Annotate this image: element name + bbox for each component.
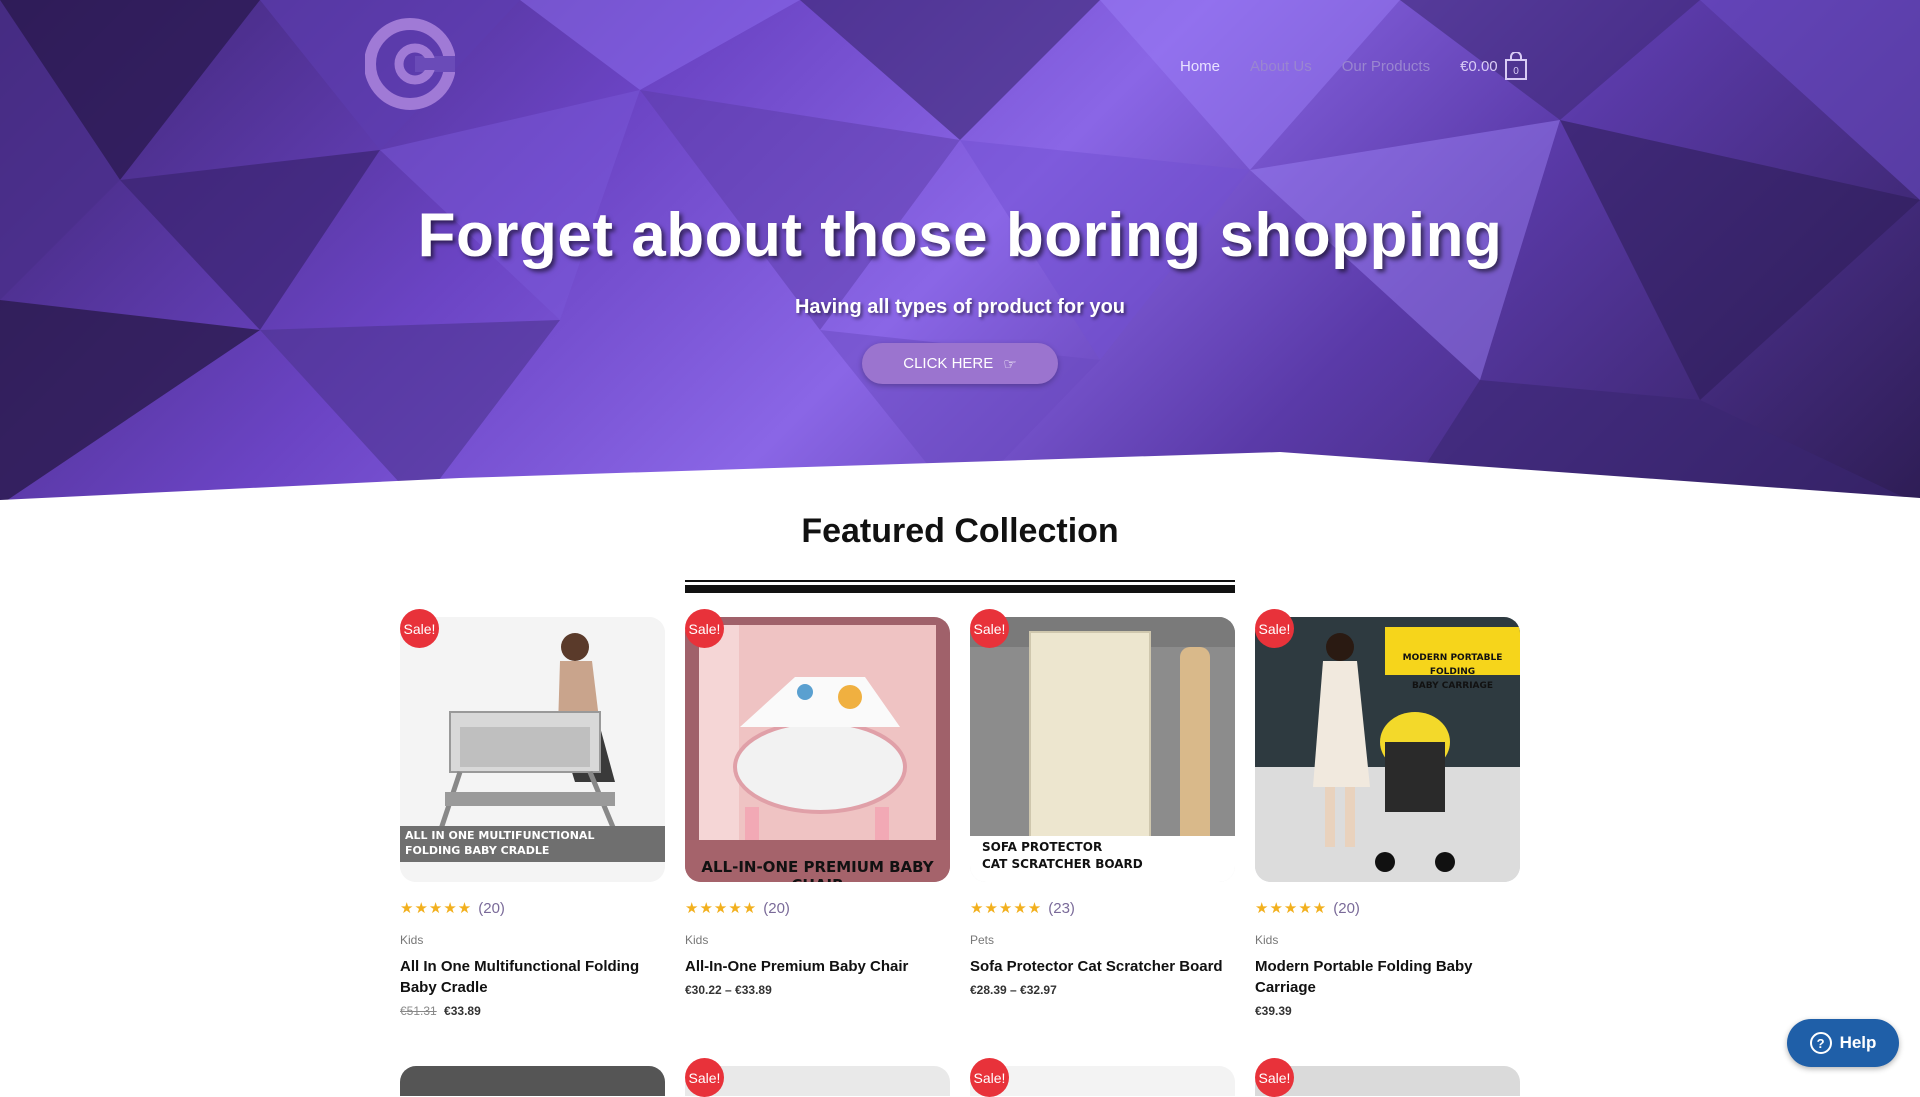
banner-line-2: CAT SCRATCHER BOARD: [982, 857, 1143, 871]
hero-wave-divider: [0, 452, 1920, 505]
product-banner: MODERN PORTABLE FOLDING BABY CARRIAGE: [1385, 627, 1520, 691]
sale-badge: Sale!: [685, 609, 724, 648]
product-image[interactable]: MODERN PORTABLE FOLDING BABY CARRIAGE: [1255, 617, 1520, 882]
cart-count: 0: [1513, 66, 1519, 77]
sale-badge: Sale!: [1255, 609, 1294, 648]
product-banner: ALL IN ONE MULTIFUNCTIONAL FOLDING BABY …: [400, 826, 665, 862]
cta-label: CLICK HERE: [903, 355, 994, 372]
product-category[interactable]: Kids: [1255, 933, 1520, 947]
current-price: €39.39: [1255, 1004, 1292, 1018]
sale-badge: Sale!: [970, 1058, 1009, 1097]
product-image[interactable]: SOFA PROTECTOR CAT SCRATCHER BOARD: [970, 617, 1235, 882]
question-icon: ?: [1809, 1032, 1832, 1054]
product-rating: ★★★★★ (20): [685, 899, 950, 918]
star-rating-icon: ★★★★★: [970, 900, 1043, 917]
product-name[interactable]: Modern Portable Folding Baby Carriage: [1255, 956, 1520, 998]
product-name[interactable]: Sofa Protector Cat Scratcher Board: [970, 956, 1235, 977]
cart-link[interactable]: €0.00 0: [1460, 52, 1528, 80]
product-rating: ★★★★★ (23): [970, 899, 1235, 918]
hero-section: Home About Us Our Products €0.00 0 Forge…: [0, 0, 1920, 505]
banner-line-2: FOLDING BABY CRADLE: [405, 844, 550, 857]
hand-pointer-icon: ☞: [1003, 355, 1017, 373]
click-here-button[interactable]: CLICK HERE ☞: [862, 343, 1058, 384]
product-image[interactable]: ALL IN ONE MULTIFUNCTIONAL FOLDING BABY …: [400, 617, 665, 882]
product-price: €30.22 – €33.89: [685, 983, 950, 997]
sale-badge: Sale!: [400, 609, 439, 648]
shopping-bag-icon: 0: [1504, 52, 1527, 80]
product-banner: ALL-IN-ONE PREMIUM BABY CHAIR: [685, 840, 950, 882]
product-rating: ★★★★★ (20): [400, 899, 665, 918]
product-image[interactable]: [1255, 1066, 1520, 1096]
sale-badge: Sale!: [970, 609, 1009, 648]
review-count: (20): [1333, 899, 1360, 917]
product-image[interactable]: [400, 1066, 665, 1096]
product-name[interactable]: All-In-One Premium Baby Chair: [685, 956, 950, 977]
product-category[interactable]: Kids: [400, 933, 665, 947]
star-rating-icon: ★★★★★: [685, 900, 758, 917]
product-price: €39.39: [1255, 1004, 1520, 1018]
product-rating: ★★★★★ (20): [1255, 899, 1520, 918]
help-label: Help: [1839, 1033, 1877, 1052]
star-rating-icon: ★★★★★: [400, 900, 473, 917]
review-count: (20): [478, 899, 505, 917]
review-count: (23): [1048, 899, 1075, 917]
product-banner: SOFA PROTECTOR CAT SCRATCHER BOARD: [970, 836, 1235, 882]
product-image[interactable]: ALL-IN-ONE PREMIUM BABY CHAIR: [685, 617, 950, 882]
cart-total: €0.00: [1460, 57, 1498, 75]
product-image[interactable]: [970, 1066, 1235, 1096]
banner-line-1: MODERN PORTABLE FOLDING: [1402, 653, 1503, 677]
old-price: €51.31: [400, 1004, 437, 1018]
banner-line-1: ALL-IN-ONE PREMIUM BABY CHAIR: [701, 858, 934, 882]
hero-title: Forget about those boring shopping: [417, 201, 1503, 270]
product-name[interactable]: All In One Multifunctional Folding Baby …: [400, 956, 665, 998]
product-card[interactable]: Sale! ALL-IN-ONE PREMIUM BABY CHAIR ★★★★…: [685, 609, 950, 997]
featured-title: Featured Collection: [801, 512, 1119, 550]
help-button[interactable]: ? Help: [1787, 1019, 1899, 1067]
product-image[interactable]: [685, 1066, 950, 1096]
hero-subtitle: Having all types of product for you: [794, 296, 1126, 318]
nav-our-products[interactable]: Our Products: [1342, 58, 1430, 75]
product-price: €28.39 – €32.97: [970, 983, 1235, 997]
featured-divider: [685, 580, 1235, 593]
sale-badge: Sale!: [1255, 1058, 1294, 1097]
nav-home[interactable]: Home: [1180, 58, 1220, 75]
star-rating-icon: ★★★★★: [1255, 900, 1328, 917]
banner-line-1: ALL IN ONE MULTIFUNCTIONAL: [405, 829, 595, 842]
main-nav: Home About Us Our Products €0.00 0: [1180, 52, 1528, 80]
product-card[interactable]: Sale! ALL IN ONE MULTIFUNCTIONAL FOLDING…: [400, 609, 665, 1018]
review-count: (20): [763, 899, 790, 917]
nav-about-us[interactable]: About Us: [1250, 58, 1312, 75]
product-card[interactable]: Sale! SOFA PROTECTOR CAT SCRATCHER BOARD…: [970, 609, 1235, 997]
product-price: €51.31 €33.89: [400, 1004, 665, 1018]
current-price: €28.39 – €32.97: [970, 983, 1057, 997]
product-card[interactable]: Sale! MODERN PORTABLE FOLDING BABY CARRI…: [1255, 609, 1520, 1018]
banner-line-2: BABY CARRIAGE: [1411, 681, 1494, 691]
sale-badge: Sale!: [685, 1058, 724, 1097]
product-category[interactable]: Pets: [970, 933, 1235, 947]
current-price: €33.89: [444, 1004, 481, 1018]
site-logo[interactable]: [365, 18, 455, 110]
product-category[interactable]: Kids: [685, 933, 950, 947]
current-price: €30.22 – €33.89: [685, 983, 772, 997]
banner-line-1: SOFA PROTECTOR: [982, 840, 1103, 854]
